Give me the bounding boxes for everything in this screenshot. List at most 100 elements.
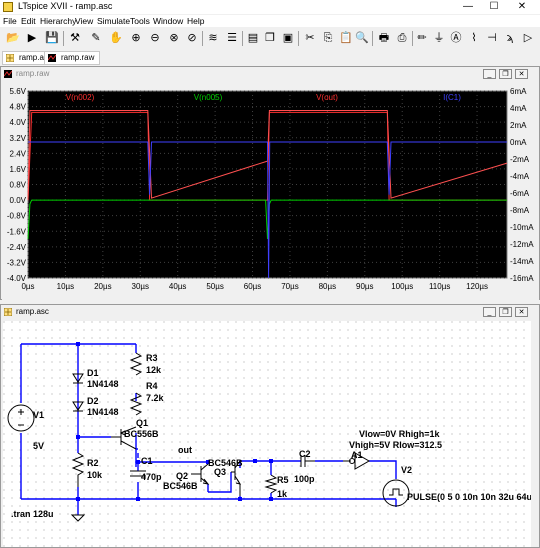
y-right-tick-label: 4mA: [510, 104, 527, 113]
r5-value: 1k: [277, 489, 288, 499]
y-left-tick-label: -1.6V: [7, 227, 27, 236]
y-right-tick-label: 6mA: [510, 87, 527, 96]
find-icon[interactable]: 🔍: [354, 30, 370, 46]
x-tick-label: 20µs: [94, 282, 112, 291]
y-left-tick-label: 4.8V: [10, 103, 27, 112]
v1-value: 5V: [33, 441, 44, 451]
x-tick-label: 50µs: [206, 282, 224, 291]
menu-tools[interactable]: Tools: [130, 15, 150, 27]
y-left-tick-label: 4.0V: [10, 118, 27, 127]
r5-name: R5: [277, 475, 289, 485]
r3-value: 12k: [146, 365, 162, 375]
x-tick-label: 10µs: [57, 282, 75, 291]
open-icon[interactable]: 📂: [5, 30, 21, 46]
menu-bar: File Edit Hierarchy View Simulate Tools …: [0, 15, 540, 27]
menu-edit[interactable]: Edit: [21, 15, 36, 27]
close-button[interactable]: ✕: [515, 307, 528, 317]
print-icon[interactable]: 🖶: [376, 30, 392, 46]
diode-icon[interactable]: ▷: [520, 30, 536, 46]
control-panel-icon[interactable]: ⚒: [67, 30, 83, 46]
d2-value: 1N4148: [87, 407, 119, 417]
copy-icon[interactable]: ⎘: [320, 30, 336, 46]
schematic-window-titlebar: ramp.asc _ ❐ ✕: [1, 305, 539, 319]
trace-name-2[interactable]: V(n005): [194, 93, 223, 102]
d1-value: 1N4148: [87, 379, 119, 389]
trace-name-4[interactable]: I(C1): [443, 93, 461, 102]
x-tick-label: 0µs: [21, 282, 34, 291]
y-left-tick-label: 1.6V: [10, 165, 27, 174]
restore-button[interactable]: ❐: [499, 307, 512, 317]
menu-view[interactable]: View: [75, 15, 93, 27]
toolbar-separator: [242, 31, 243, 46]
menu-hierarchy[interactable]: Hierarchy: [40, 15, 76, 27]
q2-value: BC546B: [163, 481, 198, 491]
c2-value: 100p: [294, 474, 315, 484]
toolbar-separator: [298, 31, 299, 46]
resistor-icon[interactable]: ⌇: [466, 30, 482, 46]
y-right-tick-label: -4mA: [510, 172, 530, 181]
menu-file[interactable]: File: [3, 15, 17, 27]
zoom-out-icon[interactable]: ⊖: [147, 30, 163, 46]
tile-vertical-icon[interactable]: ☰: [224, 30, 240, 46]
q1-name: Q1: [136, 418, 148, 428]
zoom-in-icon[interactable]: ⊕: [128, 30, 144, 46]
trace-name-1[interactable]: V(n002): [66, 93, 95, 102]
run-icon[interactable]: ▶: [24, 30, 40, 46]
cascade-icon[interactable]: ❐: [262, 30, 278, 46]
tile-horizontal-icon[interactable]: ▤: [245, 30, 261, 46]
x-tick-label: 120µs: [466, 282, 488, 291]
close-button[interactable]: ✕: [515, 69, 528, 79]
minimize-button[interactable]: _: [483, 69, 496, 79]
paste-icon[interactable]: 📋: [338, 30, 354, 46]
y-right-tick-label: -6mA: [510, 189, 530, 198]
tab-label: ramp.raw: [61, 53, 95, 62]
r2-value: 10k: [87, 470, 103, 480]
autorange-icon[interactable]: ≋: [205, 30, 221, 46]
y-right-tick-label: -2mA: [510, 155, 530, 164]
zoom-fit-icon[interactable]: ⊗: [166, 30, 182, 46]
pan-icon[interactable]: ✋: [108, 30, 124, 46]
schematic-icon: [4, 308, 12, 316]
schematic-canvas[interactable]: V1 5V D1 1N4148 D2 1N4148 R3 12k R4 7.2k…: [3, 321, 531, 547]
inductor-icon[interactable]: ϡ: [502, 30, 518, 46]
y-right-tick-label: -8mA: [510, 206, 530, 215]
restore-button[interactable]: ❐: [499, 69, 512, 79]
draw-wire-icon[interactable]: ✏: [414, 30, 430, 46]
y-left-tick-label: 5.6V: [10, 87, 27, 96]
maximize-button[interactable]: ☐: [482, 0, 506, 14]
a1-params-line1: Vlow=0V Rhigh=1k: [359, 429, 441, 439]
save-icon[interactable]: 💾: [44, 30, 60, 46]
document-tabs: ramp.asc ramp.raw: [0, 50, 540, 65]
y-right-tick-label: 0mA: [510, 138, 527, 147]
schematic-window: ramp.asc _ ❐ ✕ V1 5V D1 1N4148 D2 1N4148…: [0, 304, 540, 548]
trace-name-3[interactable]: V(out): [316, 93, 338, 102]
toolbar-separator: [372, 31, 373, 46]
out-net-label: out: [178, 445, 192, 455]
close-button[interactable]: ✕: [510, 0, 534, 14]
net-label-icon[interactable]: Ⓐ: [448, 30, 464, 46]
cut-icon[interactable]: ✂: [302, 30, 318, 46]
x-tick-label: 40µs: [169, 282, 187, 291]
c1-value: 470p: [141, 472, 162, 482]
menu-simulate[interactable]: Simulate: [97, 15, 130, 27]
ground-icon[interactable]: ⏚: [431, 30, 447, 46]
waveform-window: ramp.raw _ ❐ ✕ 5.6V 4.8V 4.0V 3.2V 2.4V 1.6V 0…: [0, 66, 540, 300]
tab-ramp-raw[interactable]: ramp.raw: [44, 51, 101, 65]
menu-window[interactable]: Window: [153, 15, 183, 27]
x-tick-label: 60µs: [244, 282, 262, 291]
zoom-cancel-icon[interactable]: ⊘: [184, 30, 200, 46]
q1-value: BC556B: [124, 429, 159, 439]
window-title: LTspice XVII - ramp.asc: [18, 1, 113, 11]
y-right-tick-label: -10mA: [510, 223, 534, 232]
minimize-button[interactable]: —: [456, 0, 480, 14]
probe-icon[interactable]: ✎: [88, 30, 104, 46]
close-window-icon[interactable]: ▣: [280, 30, 296, 46]
x-tick-label: 70µs: [281, 282, 299, 291]
minimize-button[interactable]: _: [483, 307, 496, 317]
title-bar: LTspice XVII - ramp.asc — ☐ ✕: [0, 0, 540, 14]
capacitor-icon[interactable]: ⊣: [484, 30, 500, 46]
menu-help[interactable]: Help: [187, 15, 204, 27]
toolbar: 📂 ▶ 💾 ⚒ ✎ ✋ ⊕ ⊖ ⊗ ⊘ ≋ ☰ ▤ ❐ ▣ ✂ ⎘ 📋 🔍 🖶 …: [0, 28, 540, 51]
waveform-plot[interactable]: 5.6V 4.8V 4.0V 3.2V 2.4V 1.6V 0.8V 0.0V -0.8V -1.…: [2, 81, 539, 300]
print-setup-icon[interactable]: ⎙: [394, 30, 410, 46]
